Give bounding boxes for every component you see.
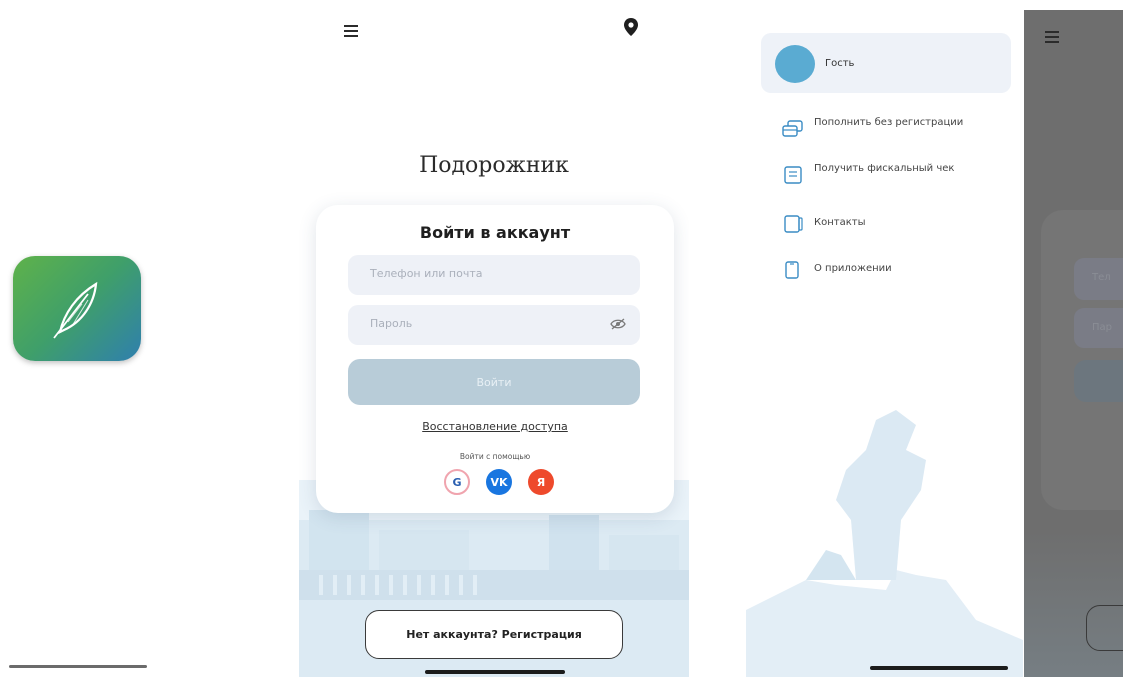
- menu-item-fiscal-receipt[interactable]: Получить фискальный чек: [782, 163, 1002, 197]
- cards-icon: [782, 120, 803, 137]
- map-pin-icon[interactable]: [624, 18, 638, 40]
- menu-item-label: Получить фискальный чек: [814, 163, 955, 174]
- dimmed-login-button: [1074, 360, 1123, 402]
- menu-item-label: Пополнить без регистрации: [814, 117, 964, 128]
- contacts-icon: [784, 215, 803, 233]
- vk-icon[interactable]: VK: [486, 469, 512, 495]
- menu-drawer: Гость Пополнить без регистрации Получить…: [746, 0, 1023, 677]
- login-card: Войти в аккаунт Телефон или почта Пароль…: [316, 205, 674, 513]
- dimmed-skyline: [1024, 530, 1123, 677]
- dimmed-password-placeholder: Пар: [1092, 322, 1112, 333]
- hamburger-menu-icon[interactable]: [1045, 28, 1059, 47]
- avatar: [775, 45, 815, 83]
- home-indicator: [870, 666, 1008, 670]
- login-screen: Подорожник Войти в аккаунт Телефон или п…: [299, 0, 689, 677]
- login-button[interactable]: Войти: [348, 359, 640, 405]
- menu-item-topup-without-registration[interactable]: Пополнить без регистрации: [782, 117, 1002, 151]
- home-indicator: [425, 670, 565, 674]
- menu-item-about[interactable]: О приложении: [782, 258, 1002, 282]
- hamburger-menu-icon[interactable]: [344, 22, 358, 41]
- recover-access-link[interactable]: Восстановление доступа: [316, 420, 674, 433]
- receipt-icon: [784, 166, 802, 184]
- info-icon: [785, 261, 799, 279]
- dimmed-phone-placeholder: Тел: [1092, 272, 1111, 283]
- login-button-label: Войти: [476, 375, 512, 389]
- dimmed-password-input: Пар: [1074, 308, 1123, 348]
- login-heading: Войти в аккаунт: [419, 223, 571, 242]
- guest-label: Гость: [825, 58, 855, 69]
- home-indicator: [9, 665, 147, 668]
- menu-item-label: О приложении: [814, 263, 892, 274]
- login-with-label: Войти с помощью: [459, 452, 531, 461]
- password-placeholder: Пароль: [370, 317, 413, 330]
- guest-profile-row[interactable]: Гость: [761, 33, 1011, 93]
- feather-icon: [53, 281, 98, 339]
- menu-item-contacts[interactable]: Контакты: [782, 212, 1002, 236]
- bronze-horseman-illustration: [746, 410, 1023, 677]
- dimmed-register-button: [1086, 605, 1123, 651]
- password-input[interactable]: Пароль: [348, 305, 640, 345]
- phone-placeholder: Телефон или почта: [370, 267, 483, 280]
- gosuslugi-icon[interactable]: G: [444, 469, 470, 495]
- app-icon: [13, 256, 141, 361]
- dimmed-phone-input: Тел: [1074, 258, 1123, 300]
- phone-or-email-input[interactable]: Телефон или почта: [348, 255, 640, 295]
- dimmed-login-background[interactable]: Тел Пар: [1024, 10, 1123, 677]
- register-button-label: Нет аккаунта? Регистрация: [406, 628, 582, 641]
- register-button[interactable]: Нет аккаунта? Регистрация: [365, 610, 623, 659]
- brand-title: Подорожник: [419, 153, 569, 178]
- menu-item-label: Контакты: [814, 217, 866, 228]
- eye-off-icon[interactable]: [610, 318, 626, 330]
- yandex-icon[interactable]: Я: [528, 469, 554, 495]
- social-login-row: G VK Я: [434, 469, 564, 499]
